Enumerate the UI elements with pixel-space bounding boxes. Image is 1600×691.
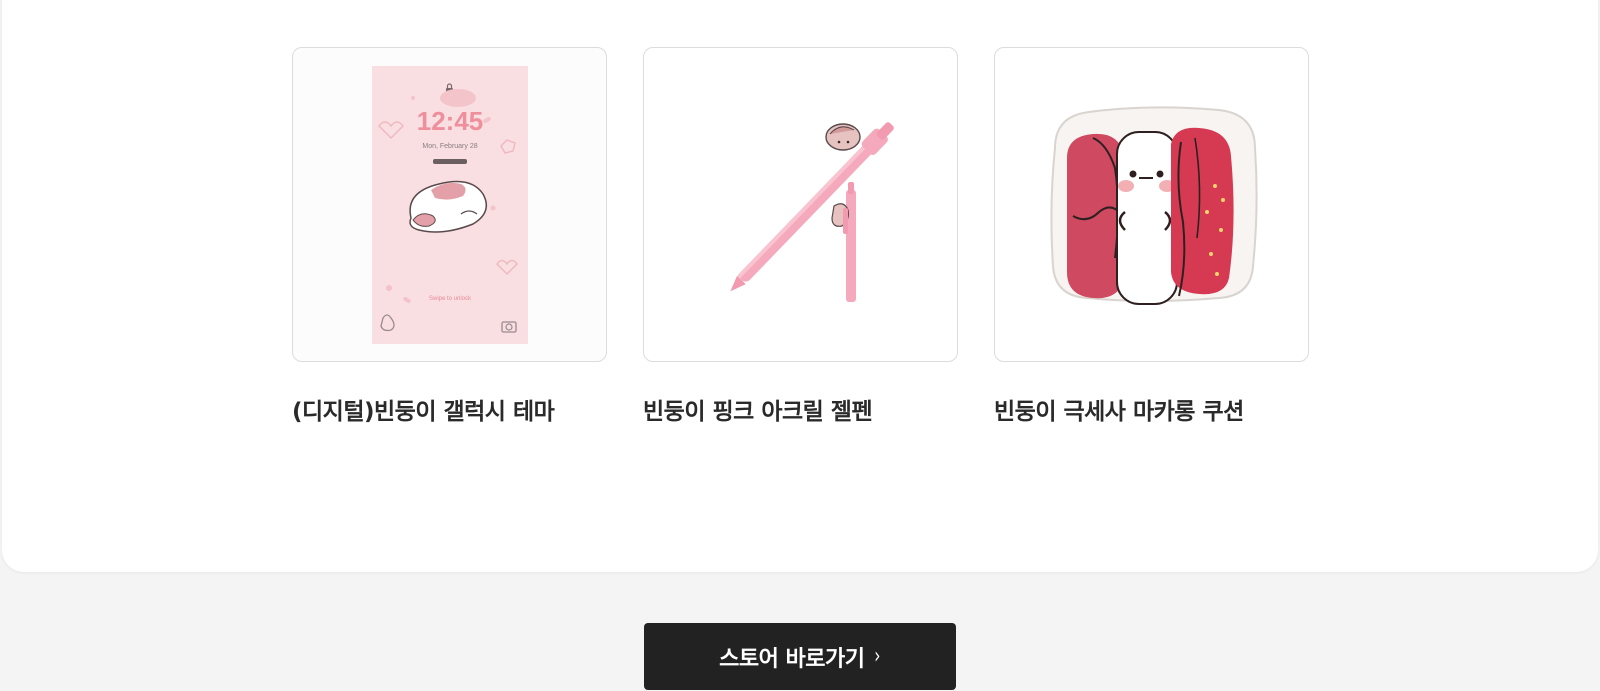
- product-name-gel-pen[interactable]: 빈둥이 핑크 아크릴 젤펜: [643, 392, 958, 426]
- product-image-galaxy-theme[interactable]: 12:45 Mon, February 28 Swipe to unlock: [292, 47, 607, 362]
- lockscreen-time: 12:45: [417, 106, 484, 136]
- chevron-right-icon: ›: [873, 644, 880, 669]
- product-card-gel-pen[interactable]: 빈둥이 핑크 아크릴 젤펜: [643, 47, 958, 426]
- lockscreen-date: Mon, February 28: [422, 143, 477, 150]
- product-name-macaron-cushion[interactable]: 빈둥이 극세사 마카롱 쿠션: [994, 392, 1309, 426]
- store-link-button[interactable]: 스토어 바로가기 ›: [644, 623, 956, 690]
- product-image-macaron-cushion[interactable]: [994, 47, 1309, 362]
- macaron-cushion-image: [1050, 106, 1258, 305]
- pink-gel-pen-image: [730, 122, 894, 302]
- product-image-gel-pen[interactable]: [643, 47, 958, 362]
- product-card-macaron-cushion[interactable]: 빈둥이 극세사 마카롱 쿠션: [994, 47, 1309, 426]
- product-name-galaxy-theme[interactable]: (디지털)빈둥이 갤럭시 테마: [292, 392, 607, 426]
- product-list: 12:45 Mon, February 28 Swipe to unlock (…: [292, 47, 1309, 426]
- store-link-label: 스토어 바로가기: [719, 646, 865, 672]
- phone-lockscreen-image: 12:45 Mon, February 28 Swipe to unlock: [372, 66, 528, 344]
- lockscreen-unlock-hint: Swipe to unlock: [429, 296, 472, 302]
- product-card-galaxy-theme[interactable]: 12:45 Mon, February 28 Swipe to unlock (…: [292, 47, 607, 426]
